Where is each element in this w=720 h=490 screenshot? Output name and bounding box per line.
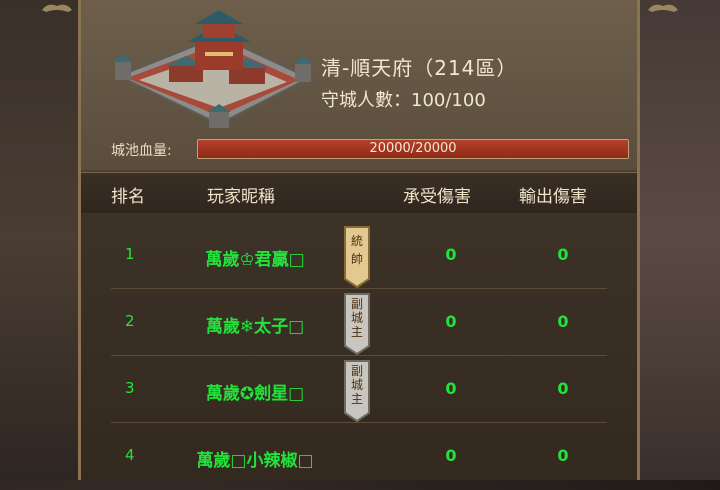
table-row[interactable]: 4 萬歲□小辣椒□ 0 0 <box>81 424 637 490</box>
damage-taken: 0 <box>445 245 457 264</box>
right-background <box>640 0 720 480</box>
table-row[interactable]: 3 萬歲✪劍星□ 副城主 0 0 <box>81 357 637 423</box>
player-name: 萬歲♔君贏□ <box>205 250 305 270</box>
corner-ornament-icon <box>648 4 678 12</box>
city-hp-bar: 20000/20000 <box>197 139 629 159</box>
badge-text: 城 <box>351 378 363 392</box>
row-rank: 1 <box>125 245 135 263</box>
header-damage-dealt: 輸出傷害 <box>519 187 587 207</box>
defenders-count: 守城人數：100/100 <box>321 90 486 111</box>
badge-text: 統 <box>351 234 363 248</box>
badge-text: 帥 <box>351 252 363 266</box>
badge-text: 主 <box>351 392 363 406</box>
badge-text: 副 <box>351 364 363 378</box>
ranking-header: 排名 玩家昵稱 承受傷害 輸出傷害 <box>81 172 637 214</box>
city-info-area: 清-順天府（214區） 守城人數：100/100 城池血量: 20000/200… <box>81 0 637 170</box>
row-rank: 3 <box>125 379 135 397</box>
header-player-name: 玩家昵稱 <box>207 187 275 207</box>
vice-lord-badge-icon: 副城主 <box>344 360 370 423</box>
player-name: 萬歲□小辣椒□ <box>196 451 314 471</box>
table-row[interactable]: 1 萬歲♔君贏□ 統帥 0 0 <box>81 223 637 289</box>
ranking-list[interactable]: 1 萬歲♔君贏□ 統帥 0 0 2 萬歲❄太子□ 副城主 0 0 3 萬歲✪劍星… <box>81 213 637 480</box>
row-divider <box>111 422 607 423</box>
table-row[interactable]: 2 萬歲❄太子□ 副城主 0 0 <box>81 290 637 356</box>
row-divider <box>111 355 607 356</box>
city-hp-label: 城池血量: <box>111 143 172 159</box>
row-rank: 4 <box>125 446 135 464</box>
city-name: 清-順天府（214區） <box>321 56 518 80</box>
left-background <box>0 0 78 480</box>
player-name: 萬歲❄太子□ <box>205 317 305 337</box>
player-name: 萬歲✪劍星□ <box>205 384 305 404</box>
damage-dealt: 0 <box>557 446 569 465</box>
commander-badge-icon: 統帥 <box>344 226 370 289</box>
vice-lord-badge-icon: 副城主 <box>344 293 370 356</box>
damage-taken: 0 <box>445 379 457 398</box>
header-damage-taken: 承受傷害 <box>403 187 471 207</box>
damage-taken: 0 <box>445 312 457 331</box>
badge-text: 主 <box>351 325 363 339</box>
header-rank: 排名 <box>111 187 145 207</box>
row-divider <box>111 288 607 289</box>
castle-image <box>113 10 313 128</box>
corner-ornament-icon <box>42 4 72 12</box>
damage-dealt: 0 <box>557 379 569 398</box>
city-hp-text: 20000/20000 <box>369 141 457 156</box>
damage-dealt: 0 <box>557 245 569 264</box>
badge-text: 城 <box>351 311 363 325</box>
row-rank: 2 <box>125 312 135 330</box>
damage-dealt: 0 <box>557 312 569 331</box>
damage-taken: 0 <box>445 446 457 465</box>
badge-text: 副 <box>351 297 363 311</box>
city-defense-panel: 清-順天府（214區） 守城人數：100/100 城池血量: 20000/200… <box>78 0 640 480</box>
